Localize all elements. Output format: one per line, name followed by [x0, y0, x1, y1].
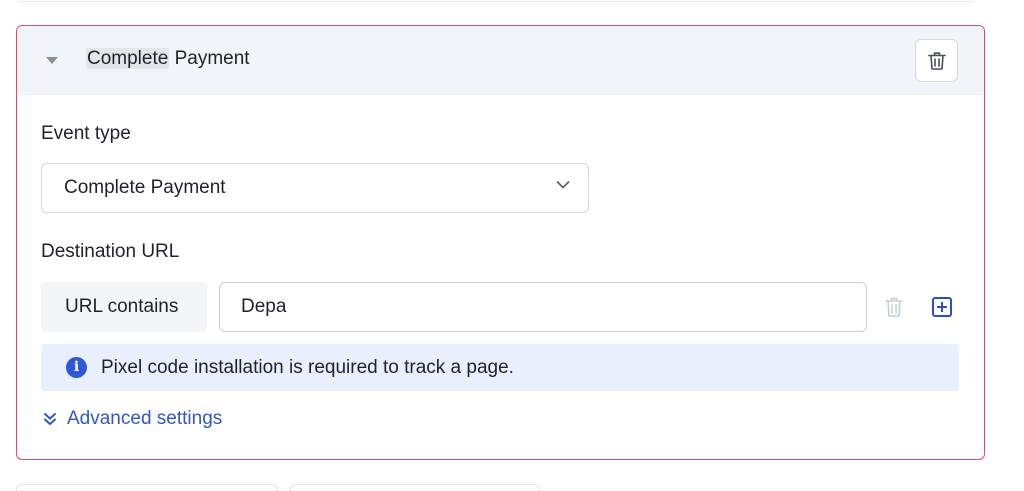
plus-square-icon[interactable]	[932, 297, 952, 317]
caret-down-icon[interactable]	[46, 57, 58, 64]
event-type-label: Event type	[41, 123, 131, 144]
event-card: Complete Payment Event type Complete Pay…	[16, 25, 985, 460]
event-type-value: Complete Payment	[64, 177, 226, 198]
pixel-info-banner: i Pixel code installation is required to…	[41, 344, 959, 391]
previous-card-edge	[16, 0, 976, 2]
url-condition-label: URL contains	[65, 296, 179, 317]
event-type-select[interactable]: Complete Payment	[41, 163, 589, 213]
double-chevron-down-icon	[44, 413, 56, 425]
destination-url-label: Destination URL	[41, 241, 180, 262]
info-icon: i	[66, 357, 87, 378]
chevron-down-icon	[556, 181, 570, 189]
title-rest: Payment	[169, 48, 250, 69]
title-highlight: Complete	[86, 48, 170, 69]
event-card-header[interactable]: Complete Payment	[17, 26, 984, 95]
bottom-button-left[interactable]	[16, 484, 278, 491]
advanced-settings-toggle[interactable]: Advanced settings	[43, 408, 222, 430]
event-card-title: Complete Payment	[86, 48, 250, 70]
url-condition-selector[interactable]: URL contains	[41, 282, 207, 332]
advanced-settings-label: Advanced settings	[67, 408, 223, 429]
info-text: Pixel code installation is required to t…	[101, 357, 514, 378]
bottom-button-right[interactable]	[290, 484, 540, 491]
delete-event-button[interactable]	[915, 39, 958, 82]
trash-icon[interactable]	[885, 296, 903, 318]
trash-icon	[927, 51, 946, 70]
url-input[interactable]	[219, 282, 867, 332]
